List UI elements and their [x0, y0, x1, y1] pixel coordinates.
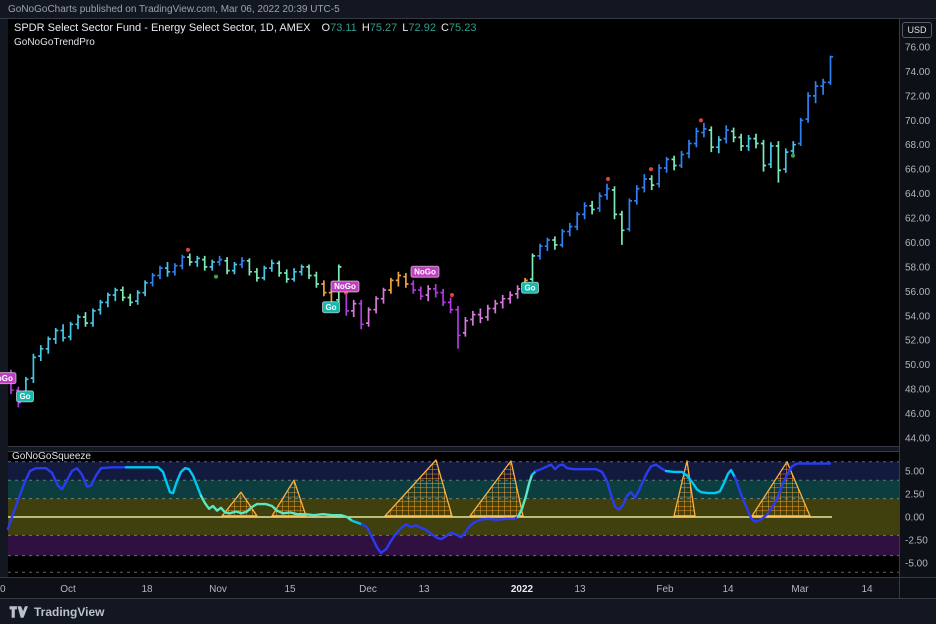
chart-canvas[interactable]: NoGo Go Go NoGo NoGo Go 76.00 74.00 72.00 70.00 68…: [0, 0, 936, 624]
squeeze-band: [8, 462, 899, 480]
price-tick-label: 76.00: [905, 43, 930, 54]
price-tick-label: 46.00: [905, 409, 930, 420]
time-tick-label: 18: [141, 584, 153, 595]
price-tick-label: 66.00: [905, 165, 930, 176]
time-tick-label: Nov: [209, 584, 227, 595]
squeeze-tick-label: -2.50: [905, 536, 928, 547]
squeeze-band: [8, 535, 899, 555]
low-value: L72.92: [402, 22, 436, 34]
price-pane[interactable]: [8, 19, 899, 446]
time-tick-label: Feb: [656, 584, 674, 595]
trend-continuation-dot: [791, 154, 795, 158]
countertrend-dot: [699, 118, 703, 122]
chart-legend: SPDR Select Sector Fund - Energy Select …: [14, 22, 476, 48]
price-tick-label: 56.00: [905, 287, 930, 298]
nogo-signal-badge: NoGo: [411, 266, 439, 277]
indicator-label-squeeze[interactable]: GoNoGoSqueeze: [12, 451, 91, 462]
time-tick-label: Dec: [359, 584, 377, 595]
publish-info-bar: GoNoGoCharts published on TradingView.co…: [8, 2, 340, 18]
time-tick-label: 14: [722, 584, 734, 595]
price-tick-label: 68.00: [905, 140, 930, 151]
go-signal-badge: Go: [17, 391, 34, 402]
close-value: C75.23: [441, 22, 476, 34]
price-tick-label: 64.00: [905, 189, 930, 200]
open-value: O73.11: [322, 22, 357, 34]
svg-text:Go: Go: [325, 303, 336, 312]
price-tick-label: 50.00: [905, 360, 930, 371]
time-tick-label: 13: [574, 584, 586, 595]
symbol-title: SPDR Select Sector Fund - Energy Select …: [14, 22, 311, 34]
price-tick-label: 72.00: [905, 91, 930, 102]
price-tick-label: 48.00: [905, 385, 930, 396]
price-tick-label: 74.00: [905, 67, 930, 78]
price-tick-label: 54.00: [905, 311, 930, 322]
indicator-label-trendpro[interactable]: GoNoGoTrendPro: [14, 37, 476, 48]
price-tick-label: 58.00: [905, 262, 930, 273]
price-tick-label: 44.00: [905, 434, 930, 445]
svg-text:NoGo: NoGo: [0, 374, 13, 383]
tradingview-logo-icon[interactable]: [9, 605, 28, 619]
svg-text:Go: Go: [19, 392, 30, 401]
time-tick-label: 14: [861, 584, 873, 595]
svg-text:Go: Go: [524, 283, 535, 292]
time-tick-label: 20: [0, 584, 6, 595]
countertrend-dot: [606, 177, 610, 181]
footer-bar: TradingView: [0, 600, 936, 624]
currency-unit-button[interactable]: USD: [902, 22, 932, 38]
nogo-signal-badge: NoGo: [331, 281, 359, 292]
countertrend-dot: [649, 167, 653, 171]
time-tick-label: 13: [418, 584, 430, 595]
squeeze-tick-label: 0.00: [905, 513, 925, 524]
time-tick-label: Mar: [791, 584, 809, 595]
nogo-signal-badge: NoGo: [0, 373, 16, 384]
svg-text:NoGo: NoGo: [334, 282, 356, 291]
squeeze-tick-label: 5.00: [905, 467, 925, 478]
svg-text:NoGo: NoGo: [414, 268, 436, 277]
high-value: H75.27: [362, 22, 397, 34]
time-tick-label: 2022: [511, 584, 534, 595]
trend-continuation-dot: [214, 275, 218, 279]
tradingview-screenshot: GoNoGoCharts published on TradingView.co…: [0, 0, 936, 624]
time-tick-label: Oct: [60, 584, 76, 595]
go-signal-badge: Go: [522, 282, 539, 293]
price-tick-label: 70.00: [905, 116, 930, 127]
squeeze-tick-label: 2.50: [905, 490, 925, 501]
squeeze-tick-label: -5.00: [905, 559, 928, 570]
time-tick-label: 15: [284, 584, 296, 595]
symbol-legend-row[interactable]: SPDR Select Sector Fund - Energy Select …: [14, 22, 476, 34]
price-tick-label: 52.00: [905, 336, 930, 347]
go-signal-badge: Go: [323, 302, 340, 313]
price-tick-label: 60.00: [905, 238, 930, 249]
countertrend-dot: [450, 293, 454, 297]
countertrend-dot: [186, 248, 190, 252]
tradingview-brand-text[interactable]: TradingView: [34, 605, 104, 619]
price-tick-label: 62.00: [905, 214, 930, 225]
